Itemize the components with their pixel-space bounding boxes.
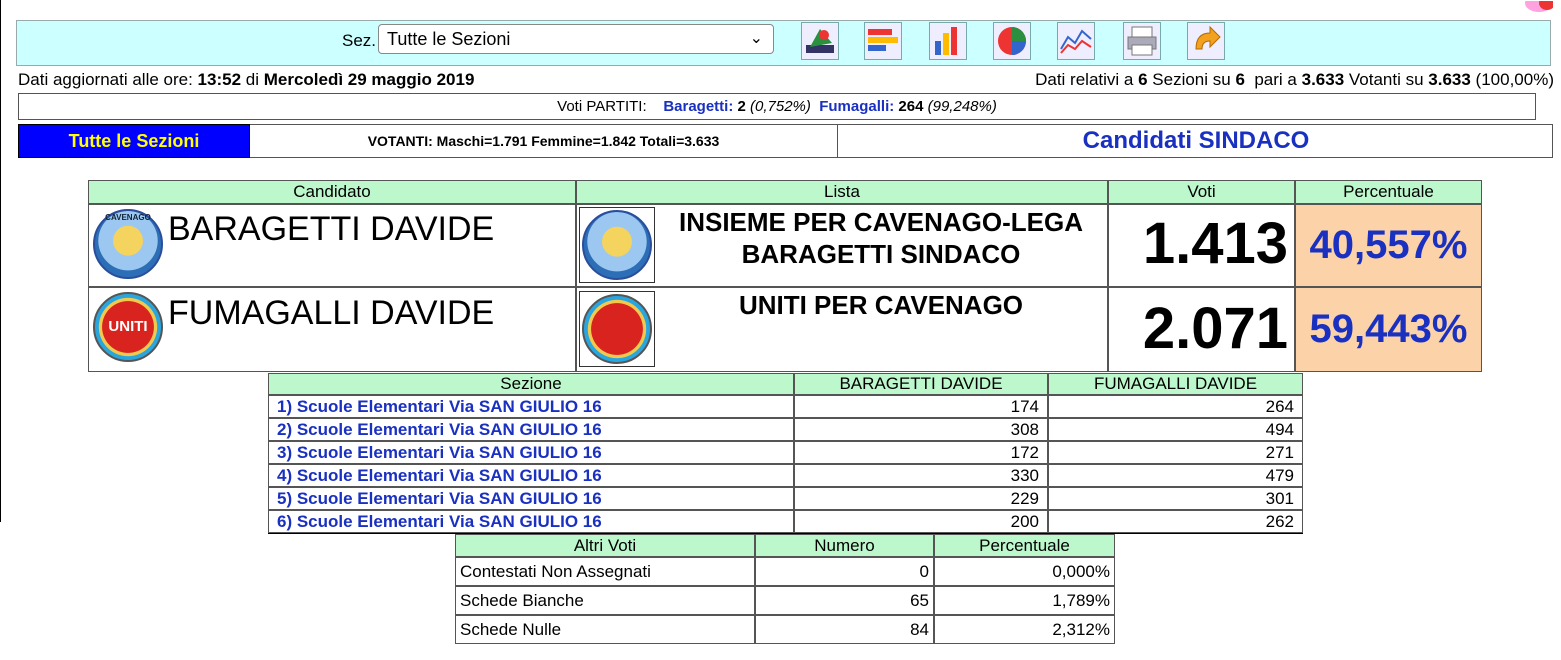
line-chart-icon[interactable] <box>1057 22 1095 60</box>
party1-percent: (0,752%) <box>750 98 811 115</box>
coverage-voters: 3.633 <box>1301 70 1345 89</box>
horizontal-bar-chart-icon[interactable] <box>864 22 902 60</box>
party-votes-label: Voti PARTITI: <box>557 98 647 115</box>
pie-chart-icon[interactable] <box>993 22 1031 60</box>
candidate-votes: 1.413 <box>1142 211 1288 276</box>
col-header-other-percent: Percentuale <box>934 534 1115 557</box>
candidate-name: FUMAGALLI DAVIDE <box>168 294 495 332</box>
list-uniti-logo-icon <box>579 291 655 367</box>
printer-icon[interactable] <box>1123 22 1161 60</box>
other-votes-percent: 1,789% <box>934 586 1115 615</box>
coverage-sections-total: 6 <box>1235 70 1245 89</box>
col-header-number: Numero <box>755 534 934 557</box>
party1-name: Baragetti: <box>663 98 734 115</box>
section-votes-baragetti: 229 <box>794 487 1048 510</box>
col-header-fumagalli: FUMAGALLI DAVIDE <box>1048 373 1303 395</box>
other-votes-label: Contestati Non Assegnati <box>455 557 755 586</box>
section-votes-fumagalli: 301 <box>1048 487 1303 510</box>
candidate-percent: 40,557% <box>1295 204 1482 287</box>
data-coverage-text: Dati relativi a 6 Sezioni su 6 pari a 3.… <box>1035 70 1554 90</box>
party-votes-summary: Voti PARTITI: Baragetti: 2 (0,752%) Fuma… <box>18 93 1536 120</box>
chevron-down-icon: ⌄ <box>749 30 763 47</box>
col-header-percent: Percentuale <box>1295 180 1482 204</box>
section-votes-fumagalli: 262 <box>1048 510 1303 533</box>
coverage-label-3: pari a <box>1244 70 1302 89</box>
last-updated-di: di <box>241 70 264 89</box>
candidates-title: Candidati SINDACO <box>1082 127 1310 154</box>
party1-votes: 2 <box>737 98 746 115</box>
candidate-votes: 2.071 <box>1142 296 1288 361</box>
party2-name: Fumagalli: <box>819 98 895 115</box>
col-header-list: Lista <box>576 180 1108 204</box>
col-header-section: Sezione <box>268 373 794 395</box>
other-votes-label: Schede Nulle <box>455 615 755 644</box>
other-votes-number: 65 <box>755 586 934 615</box>
col-header-baragetti: BARAGETTI DAVIDE <box>794 373 1048 395</box>
col-header-other-votes: Altri Voti <box>455 534 755 557</box>
last-updated-time: 13:52 <box>197 70 242 89</box>
section-row-link[interactable]: 6) Scuole Elementari Via SAN GIULIO 16 <box>268 510 794 533</box>
other-votes-label: Schede Bianche <box>455 586 755 615</box>
section-select-label: Sez. <box>342 31 377 50</box>
list-lega-logo-circle <box>582 210 652 280</box>
section-votes-baragetti: 174 <box>794 395 1048 418</box>
section-votes-baragetti: 172 <box>794 441 1048 464</box>
map-icon[interactable] <box>801 22 839 60</box>
col-header-candidate: Candidato <box>88 180 576 204</box>
list-uniti-logo-circle <box>582 294 652 364</box>
list-name-line2: BARAGETTI SINDACO <box>741 239 1021 269</box>
section-votes-fumagalli: 264 <box>1048 395 1303 418</box>
candidate-lega-logo-icon: CAVENAGO <box>93 209 163 279</box>
col-header-votes: Voti <box>1108 180 1295 204</box>
bar-chart-icon[interactable] <box>929 22 967 60</box>
coverage-label-1: Dati relativi a <box>1035 70 1139 89</box>
corner-logo-icon <box>1511 0 1555 12</box>
last-updated-text: Dati aggiornati alle ore: 13:52 di Merco… <box>18 70 474 90</box>
page-left-border <box>0 0 1 522</box>
other-votes-percent: 0,000% <box>934 557 1115 586</box>
list-lega-logo-icon <box>579 207 655 283</box>
coverage-label-2: Sezioni su <box>1147 70 1236 89</box>
all-sections-button[interactable]: Tutte le Sezioni <box>18 124 250 158</box>
other-votes-number: 84 <box>755 615 934 644</box>
logo-lega-text: CAVENAGO <box>105 213 151 222</box>
section-select[interactable]: Tutte le Sezioni ⌄ <box>378 24 774 54</box>
section-select-value: Tutte le Sezioni <box>387 29 511 49</box>
section-votes-fumagalli: 479 <box>1048 464 1303 487</box>
refresh-icon[interactable] <box>1187 22 1225 60</box>
coverage-percent: (100,00%) <box>1470 70 1554 89</box>
section-votes-baragetti: 200 <box>794 510 1048 533</box>
other-votes-percent: 2,312% <box>934 615 1115 644</box>
toolbar <box>16 20 1551 66</box>
party2-votes: 264 <box>898 98 924 115</box>
section-row-link[interactable]: 4) Scuole Elementari Via SAN GIULIO 16 <box>268 464 794 487</box>
party2-percent: (99,248%) <box>927 98 997 115</box>
section-row-link[interactable]: 3) Scuole Elementari Via SAN GIULIO 16 <box>268 441 794 464</box>
list-name-line1: UNITI PER CAVENAGO <box>738 290 1024 320</box>
section-row-link[interactable]: 2) Scuole Elementari Via SAN GIULIO 16 <box>268 418 794 441</box>
section-row-link[interactable]: 1) Scuole Elementari Via SAN GIULIO 16 <box>268 395 794 418</box>
other-votes-number: 0 <box>755 557 934 586</box>
last-updated-date: Mercoledì 29 maggio 2019 <box>263 70 475 89</box>
logo-uniti-text: UNITI <box>108 318 148 335</box>
section-row-link[interactable]: 5) Scuole Elementari Via SAN GIULIO 16 <box>268 487 794 510</box>
list-name-line1: INSIEME PER CAVENAGO-LEGA <box>678 207 1083 237</box>
coverage-label-4: Votanti su <box>1344 70 1429 89</box>
voters-summary: VOTANTI: Maschi=1.791 Femmine=1.842 Tota… <box>250 124 838 158</box>
candidate-uniti-logo-icon: UNITI <box>93 292 163 362</box>
last-updated-label: Dati aggiornati alle ore: <box>18 70 198 89</box>
candidate-percent: 59,443% <box>1295 287 1482 372</box>
section-votes-baragetti: 330 <box>794 464 1048 487</box>
section-votes-fumagalli: 494 <box>1048 418 1303 441</box>
coverage-voters-total: 3.633 <box>1428 70 1471 89</box>
section-votes-fumagalli: 271 <box>1048 441 1303 464</box>
candidate-name: BARAGETTI DAVIDE <box>168 210 495 248</box>
section-votes-baragetti: 308 <box>794 418 1048 441</box>
coverage-sections: 6 <box>1138 70 1148 89</box>
